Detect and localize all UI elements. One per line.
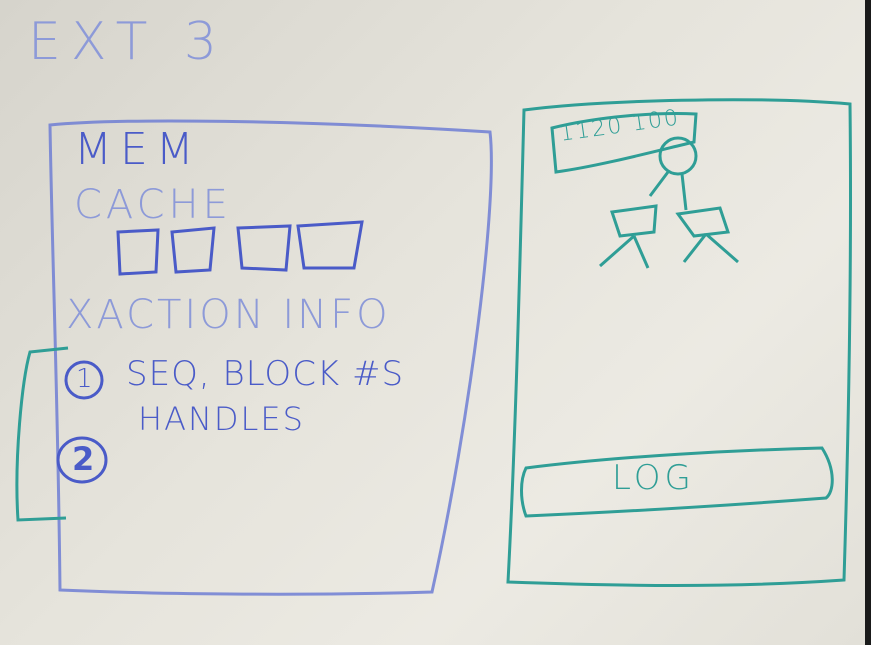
cache-label: CACHE [74,182,232,228]
tree-right-branch [680,173,688,211]
xaction-bracket [15,346,69,522]
cache-block-2 [170,226,216,274]
whiteboard: EXT 3 MEM CACHE XACTION INFO 1 SEQ, BLOC… [0,0,871,645]
cache-block-4 [296,220,364,270]
tree-left-leaf [599,234,650,269]
item-2-marker: 2 [72,440,95,478]
item-1-marker: 1 [76,364,93,394]
mem-heading: MEM [74,124,202,175]
board-title: EXT 3 [28,12,227,72]
inode-tree [599,136,739,269]
xaction-info-label: XACTION INFO [66,292,391,338]
cache-blocks [116,220,364,276]
tree-root-node [658,136,698,176]
tree-right-leaf [682,232,739,264]
tree-left-branch [648,171,670,197]
board-edge [865,0,871,645]
tree-left-box [610,204,658,238]
item-1-subtext: HANDLES [138,400,305,438]
item-1-text: SEQ, BLOCK #S [126,354,405,394]
cache-block-1 [116,228,160,276]
log-label: LOG [612,458,695,498]
cache-block-3 [236,224,292,272]
tree-right-box [675,206,731,238]
